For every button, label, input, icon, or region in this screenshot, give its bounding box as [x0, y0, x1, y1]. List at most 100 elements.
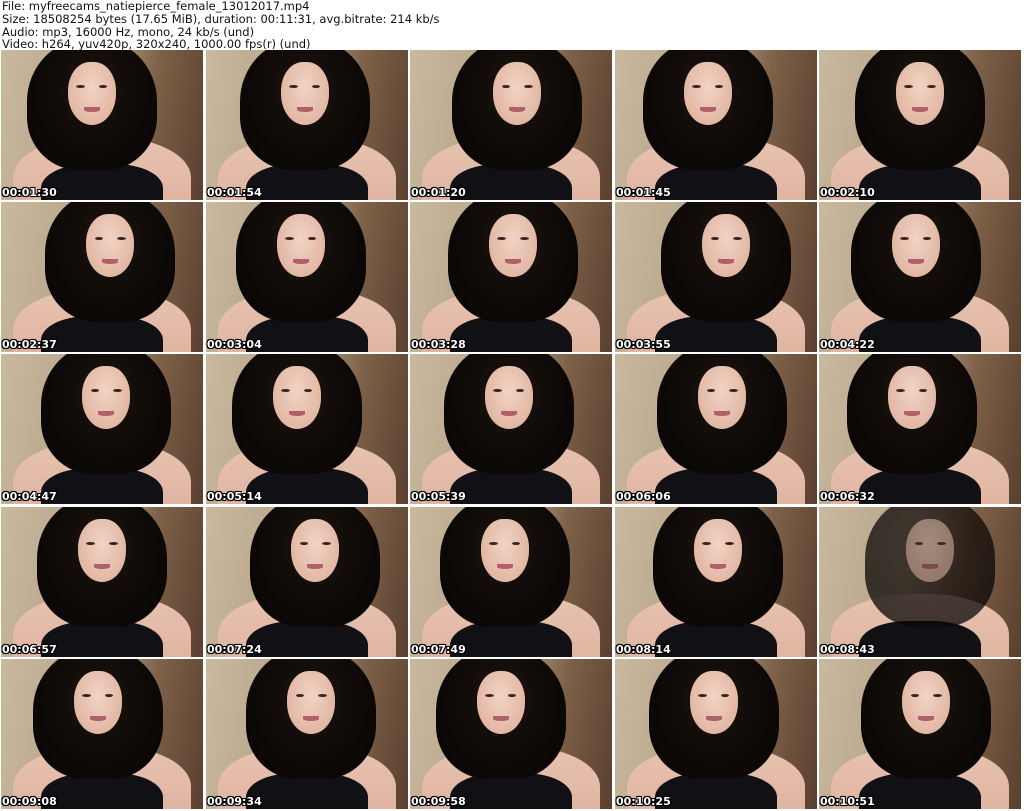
left-eye [896, 388, 906, 392]
mouth [90, 716, 106, 721]
size-duration-line: Size: 18508254 bytes (17.65 MiB), durati… [2, 12, 440, 26]
right-eye [515, 388, 525, 392]
face [272, 366, 322, 429]
left-eye [281, 388, 291, 392]
face [480, 519, 530, 582]
video-thumbnail: 00:03:28 [410, 202, 612, 352]
left-eye [900, 236, 910, 240]
video-thumbnail: 00:02:10 [819, 50, 1021, 200]
mouth [912, 107, 928, 112]
left-eye [706, 388, 716, 392]
mouth [922, 564, 938, 569]
face [689, 671, 739, 734]
thumbnail-timestamp: 00:09:34 [207, 795, 262, 808]
right-eye [511, 541, 521, 545]
file-name-line: File: myfreecams_natiepierce_female_1301… [2, 0, 310, 13]
right-eye [311, 84, 321, 88]
video-thumbnail: 00:05:39 [410, 354, 612, 504]
right-eye [926, 84, 936, 88]
left-eye [76, 84, 86, 88]
right-eye [104, 693, 114, 697]
right-eye [714, 84, 724, 88]
face [701, 214, 751, 277]
left-eye [94, 236, 104, 240]
right-eye [728, 388, 738, 392]
mouth [293, 259, 309, 264]
left-eye [501, 84, 511, 88]
right-eye [317, 693, 327, 697]
thumbnail-timestamp: 00:02:37 [2, 338, 57, 351]
thumbnail-timestamp: 00:03:55 [616, 338, 671, 351]
mouth [303, 716, 319, 721]
video-thumbnail: 00:03:04 [206, 202, 408, 352]
video-thumbnail: 00:08:14 [615, 507, 817, 657]
video-info-header: File: myfreecams_natiepierce_female_1301… [2, 0, 1022, 51]
left-eye [295, 693, 305, 697]
video-thumbnail: 00:02:37 [1, 202, 203, 352]
face [697, 366, 747, 429]
video-thumbnail: 00:07:49 [410, 507, 612, 657]
video-thumbnail: 00:09:34 [206, 659, 408, 809]
thumbnail-timestamp: 00:01:54 [207, 186, 262, 199]
right-eye [918, 388, 928, 392]
right-eye [932, 693, 942, 697]
face [73, 671, 123, 734]
mouth [289, 411, 305, 416]
face [286, 671, 336, 734]
mouth [497, 564, 513, 569]
right-eye [519, 236, 529, 240]
left-eye [299, 541, 309, 545]
face [280, 62, 330, 125]
thumbnail-timestamp: 00:06:32 [820, 490, 875, 503]
left-eye [914, 541, 924, 545]
thumbnail-timestamp: 00:04:47 [2, 490, 57, 503]
right-eye [108, 541, 118, 545]
face [891, 214, 941, 277]
left-eye [485, 693, 495, 697]
left-eye [698, 693, 708, 697]
mouth [102, 259, 118, 264]
mouth [505, 259, 521, 264]
thumbnail-timestamp: 00:01:20 [411, 186, 466, 199]
video-thumbnail: 00:01:45 [615, 50, 817, 200]
thumbnail-timestamp: 00:10:51 [820, 795, 875, 808]
thumbnail-grid: 00:01:30 00:01:54 00:01:20 00:01:45 00:02:10… [1, 50, 1024, 811]
video-thumbnail: 00:08:43 [819, 507, 1021, 657]
left-eye [910, 693, 920, 697]
left-eye [289, 84, 299, 88]
left-eye [710, 236, 720, 240]
mouth [493, 716, 509, 721]
mouth [98, 411, 114, 416]
face [683, 62, 733, 125]
thumbnail-timestamp: 00:09:08 [2, 795, 57, 808]
face [81, 366, 131, 429]
face [67, 62, 117, 125]
left-eye [497, 236, 507, 240]
face [290, 519, 340, 582]
mouth [700, 107, 716, 112]
right-eye [922, 236, 932, 240]
thumbnail-timestamp: 00:01:30 [2, 186, 57, 199]
left-eye [86, 541, 96, 545]
thumbnail-timestamp: 00:07:24 [207, 643, 262, 656]
thumbnail-timestamp: 00:02:10 [820, 186, 875, 199]
mouth [710, 564, 726, 569]
video-thumbnail: 00:10:25 [615, 659, 817, 809]
video-thumbnail: 00:06:32 [819, 354, 1021, 504]
right-eye [116, 236, 126, 240]
face [77, 519, 127, 582]
face [887, 366, 937, 429]
right-eye [732, 236, 742, 240]
video-thumbnail: 00:04:47 [1, 354, 203, 504]
face [276, 214, 326, 277]
video-thumbnail: 00:05:14 [206, 354, 408, 504]
right-eye [724, 541, 734, 545]
video-thumbnail: 00:04:22 [819, 202, 1021, 352]
face [85, 214, 135, 277]
mouth [307, 564, 323, 569]
face [484, 366, 534, 429]
video-thumbnail: 00:09:08 [1, 659, 203, 809]
left-eye [489, 541, 499, 545]
left-eye [285, 236, 295, 240]
mouth [706, 716, 722, 721]
